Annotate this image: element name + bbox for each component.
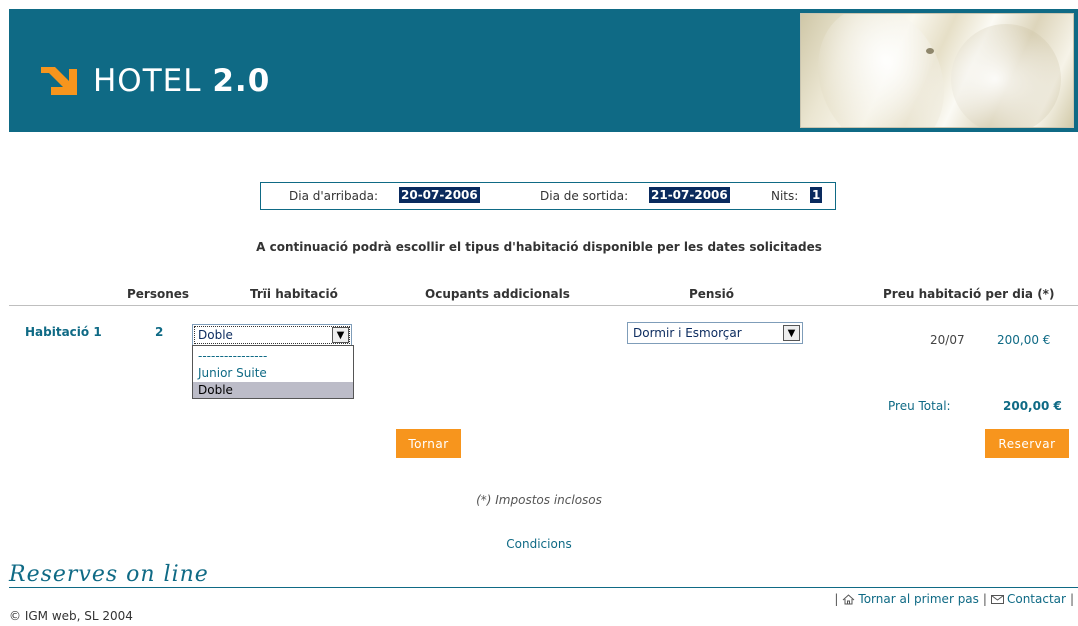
board-selected: Dormir i Esmorçar (633, 326, 742, 340)
copyright: © IGM web, SL 2004 (9, 609, 133, 623)
departure-label: Dia de sortida: (540, 189, 629, 203)
header-photo (800, 13, 1074, 128)
mail-icon (990, 594, 1004, 604)
footer-divider (9, 587, 1078, 588)
column-header-price: Preu habitació per dia (*) (883, 287, 1055, 301)
chevron-down-icon[interactable]: ▼ (783, 325, 800, 341)
persons-count: 2 (155, 325, 164, 339)
chevron-down-icon[interactable]: ▼ (332, 327, 349, 343)
hotel-logo[interactable]: HOTEL 2.0 (39, 61, 270, 101)
stay-dates-box: Dia d'arribada: 20-07-2006 Dia de sortid… (260, 182, 836, 210)
room-type-select[interactable]: Doble ▼ (192, 324, 352, 346)
price-value: 200,00 € (997, 333, 1051, 347)
column-header-board: Pensió (689, 287, 734, 301)
footer-links: | Tornar al primer pas | Contactar | (834, 592, 1074, 606)
book-button[interactable]: Reservar (985, 429, 1069, 458)
total-value: 200,00 € (1003, 399, 1062, 413)
logo-text: HOTEL 2.0 (93, 63, 271, 99)
room-option-separator[interactable]: ---------------- (193, 348, 353, 364)
nights-value: 1 (810, 187, 823, 203)
header-banner: HOTEL 2.0 (9, 9, 1078, 132)
column-header-room-choice: Trïi habitació (250, 287, 338, 301)
first-step-link[interactable]: Tornar al primer pas (858, 592, 979, 606)
taxes-note: (*) Impostos inclosos (476, 493, 602, 507)
column-header-additional: Ocupants addicionals (425, 287, 570, 301)
footer-title: Reserves on line (9, 562, 209, 587)
room-option-junior-suite[interactable]: Junior Suite (193, 365, 353, 381)
arrival-label: Dia d'arribada: (289, 189, 378, 203)
board-select[interactable]: Dormir i Esmorçar ▼ (627, 322, 803, 344)
conditions-link[interactable]: Condicions (0, 537, 1078, 551)
room-type-selected: Doble (198, 328, 233, 342)
room-option-double[interactable]: Doble (193, 382, 353, 398)
room-type-dropdown: ---------------- Junior Suite Doble (192, 345, 354, 399)
column-header-persons: Persones (127, 287, 190, 301)
nights-label: Nits: (771, 189, 799, 203)
room-label: Habitació 1 (25, 325, 102, 339)
back-button[interactable]: Tornar (396, 429, 461, 458)
contact-link[interactable]: Contactar (1007, 592, 1066, 606)
price-date: 20/07 (930, 333, 965, 347)
logo-arrow-icon (41, 67, 77, 95)
total-label: Preu Total: (888, 399, 951, 413)
home-icon (843, 593, 855, 604)
header-divider (9, 305, 1078, 306)
instructions-text: A continuació podrà escollir el tipus d'… (256, 240, 822, 254)
departure-value: 21-07-2006 (649, 187, 730, 203)
arrival-value: 20-07-2006 (399, 187, 480, 203)
